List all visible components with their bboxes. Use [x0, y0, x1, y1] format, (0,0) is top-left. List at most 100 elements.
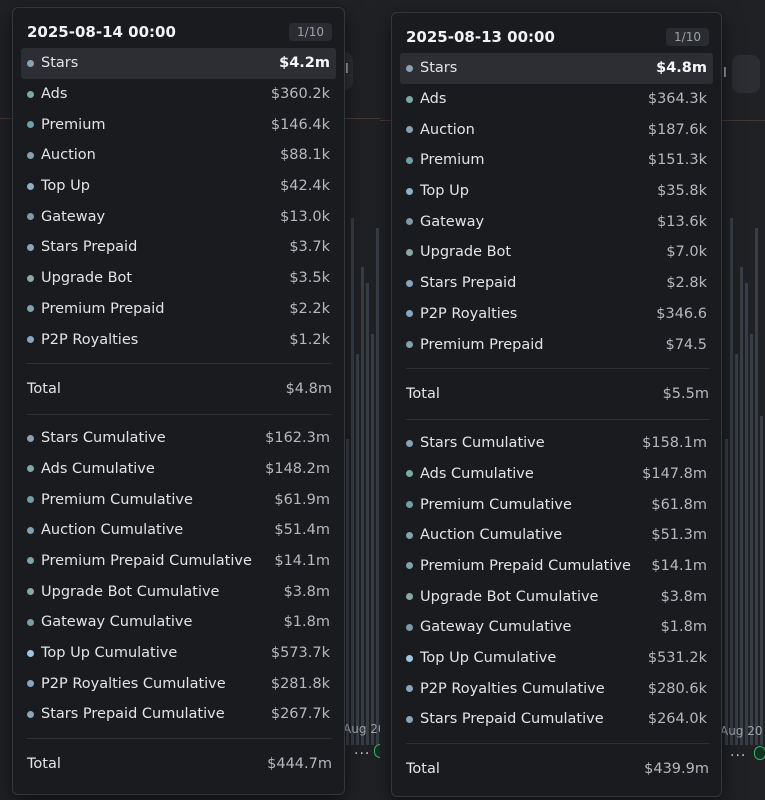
series-color-dot-icon: [406, 341, 413, 349]
series-name: Auction Cumulative: [41, 522, 184, 539]
total-value: $439.9m: [644, 760, 709, 777]
series-label: Stars Prepaid Cumulative: [406, 711, 604, 727]
series-value: $2.2k: [289, 300, 330, 317]
series-row: Premium Prepaid Cumulative $14.1m: [27, 546, 332, 577]
series-name: Stars Prepaid: [420, 275, 517, 292]
series-row: Stars $4.8m: [400, 53, 713, 84]
series-value: $1.8m: [660, 619, 707, 636]
series-color-dot-icon: [27, 618, 34, 626]
series-value: $4.8m: [656, 60, 707, 77]
background-bar: [366, 283, 369, 745]
series-value: $14.1m: [651, 557, 707, 574]
series-label: Ads Cumulative: [27, 461, 155, 477]
series-label: Premium Prepaid Cumulative: [406, 558, 631, 574]
series-color-dot-icon: [27, 496, 34, 504]
series-color-dot-icon: [406, 501, 413, 509]
series-row: Premium $146.4k: [27, 109, 332, 140]
series-row: Top Up Cumulative $531.2k: [406, 643, 709, 674]
series-row: Premium Cumulative $61.9m: [27, 484, 332, 515]
series-label: Premium Prepaid: [27, 301, 165, 317]
series-name: Premium: [420, 152, 485, 169]
series-value: $35.8k: [657, 183, 707, 200]
total-value: $444.7m: [267, 755, 332, 772]
series-label: Stars: [27, 55, 78, 71]
series-row: Stars $4.2m: [21, 48, 336, 79]
series-label: Gateway: [406, 214, 484, 230]
series-row: Ads Cumulative $148.2m: [27, 454, 332, 485]
series-name: Upgrade Bot Cumulative: [41, 583, 220, 600]
daily-series-list: Stars $4.2m Ads $360.2k Premium $146.4k Auctio…: [21, 48, 336, 355]
series-color-dot-icon: [27, 274, 34, 282]
more-icon[interactable]: ...: [730, 744, 746, 760]
daily-series-list: Stars $4.8m Ads $364.3k Auction $187.6k Premiu…: [400, 53, 713, 360]
series-name: P2P Royalties Cumulative: [41, 675, 226, 692]
series-row: Ads Cumulative $147.8m: [406, 459, 709, 490]
tooltip-page-badge[interactable]: 1/10: [666, 28, 709, 46]
cumulative-total-row: Total $444.7m: [27, 747, 332, 781]
series-color-dot-icon: [27, 465, 34, 473]
series-label: Gateway: [27, 209, 105, 225]
tooltip-page-badge[interactable]: 1/10: [289, 23, 332, 41]
toolbar-chip[interactable]: [732, 55, 760, 93]
toolbar-glyph: I: [345, 62, 349, 77]
series-row: Top Up Cumulative $573.7k: [27, 638, 332, 669]
series-label: Premium: [27, 117, 106, 133]
tooltip-panel-2025-08-14: 2025-08-14 00:00 1/10 Stars $4.2m Ads $360.…: [12, 7, 345, 795]
series-name: Stars: [41, 55, 79, 72]
series-label: Stars Cumulative: [27, 430, 166, 446]
daily-total-row: Total $4.8m: [27, 372, 332, 406]
series-color-dot-icon: [406, 470, 413, 478]
series-row: Upgrade Bot $7.0k: [406, 237, 709, 268]
series-value: $7.0k: [666, 244, 707, 261]
background-bar: [371, 334, 374, 745]
series-value: $280.6k: [647, 680, 707, 697]
series-value: $1.2k: [289, 331, 330, 348]
series-color-dot-icon: [406, 64, 413, 72]
legend-toggle-pill[interactable]: [754, 746, 765, 760]
series-value: $3.8m: [283, 583, 330, 600]
background-bar: [356, 354, 359, 745]
series-row: Stars Cumulative $158.1m: [406, 428, 709, 459]
background-bar: [750, 334, 753, 745]
series-value: $3.7k: [289, 239, 330, 256]
divider: [406, 742, 709, 744]
series-row: Stars Prepaid $2.8k: [406, 268, 709, 299]
series-color-dot-icon: [406, 279, 413, 287]
series-color-dot-icon: [406, 531, 413, 539]
series-name: Upgrade Bot: [420, 244, 512, 261]
total-label: Total: [27, 755, 61, 772]
series-color-dot-icon: [406, 310, 413, 318]
series-value: $162.3m: [265, 430, 330, 447]
series-name: Gateway: [420, 213, 485, 230]
series-label: Stars: [406, 60, 457, 76]
series-value: $148.2m: [265, 460, 330, 477]
more-icon[interactable]: ...: [354, 742, 370, 758]
series-row: Ads $364.3k: [406, 84, 709, 115]
series-color-dot-icon: [27, 434, 34, 442]
series-value: $151.3k: [647, 152, 707, 169]
series-label: Stars Cumulative: [406, 435, 545, 451]
series-color-dot-icon: [27, 710, 34, 718]
series-row: Auction $88.1k: [27, 140, 332, 171]
background-bar: [730, 218, 733, 745]
series-name: Premium Prepaid: [420, 336, 544, 353]
series-name: Premium Cumulative: [420, 496, 572, 513]
series-name: Premium Cumulative: [41, 491, 193, 508]
series-name: Upgrade Bot Cumulative: [420, 588, 599, 605]
series-row: Upgrade Bot Cumulative $3.8m: [27, 576, 332, 607]
background-bars: [346, 185, 384, 745]
background-bars: [725, 185, 763, 745]
series-label: Ads: [27, 86, 67, 102]
series-name: Upgrade Bot: [41, 270, 133, 287]
series-label: Auction: [406, 122, 475, 138]
series-row: Premium $151.3k: [406, 145, 709, 176]
series-label: Upgrade Bot: [27, 270, 132, 286]
series-value: $4.2m: [279, 55, 330, 72]
series-color-dot-icon: [406, 439, 413, 447]
series-value: $2.8k: [666, 275, 707, 292]
series-value: $51.3m: [651, 527, 707, 544]
total-label: Total: [406, 385, 440, 402]
series-row: Upgrade Bot Cumulative $3.8m: [406, 581, 709, 612]
background-bar: [725, 439, 728, 745]
series-label: Upgrade Bot: [406, 244, 511, 260]
